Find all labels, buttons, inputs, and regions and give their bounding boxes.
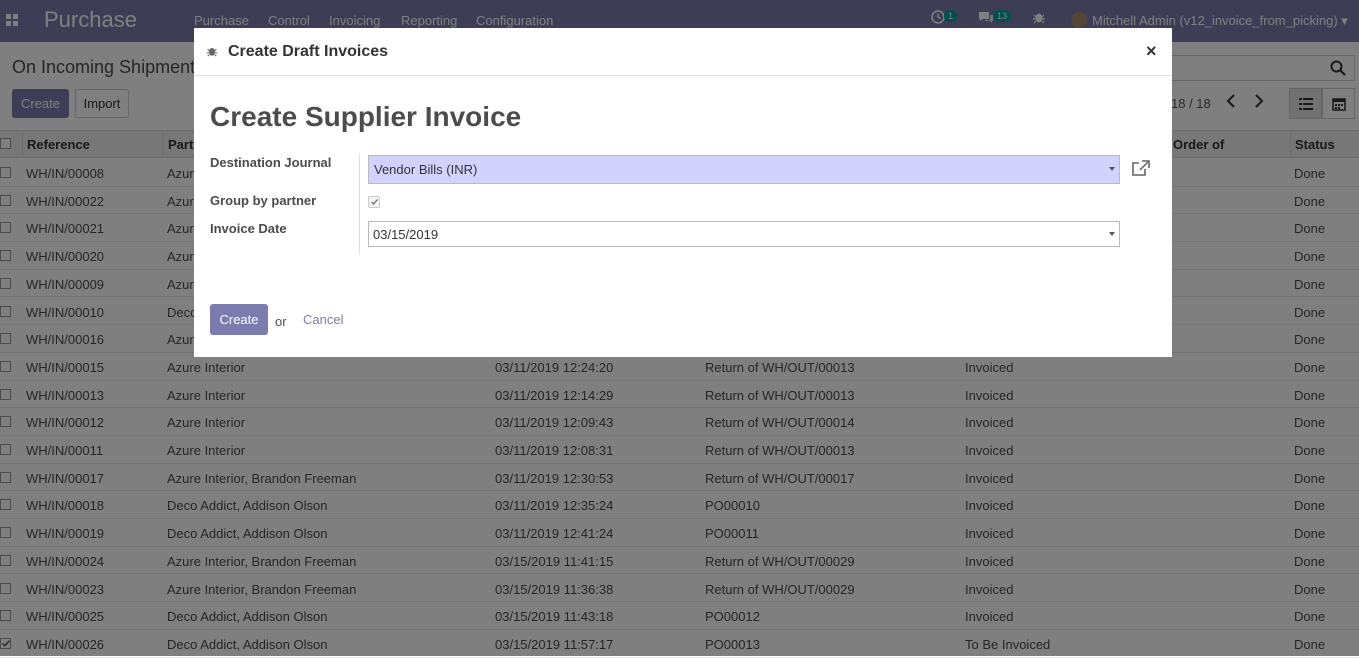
- label-divider: [359, 154, 360, 254]
- dialog-title: Create Draft Invoices: [228, 43, 389, 60]
- debug-bug-icon: [206, 45, 218, 60]
- group-by-partner-label: Group by partner: [210, 193, 317, 208]
- create-invoice-dialog: Create Draft Invoices × Create Supplier …: [194, 28, 1172, 357]
- destination-journal-select[interactable]: Vendor Bills (INR): [368, 155, 1120, 184]
- dialog-header: Create Draft Invoices ×: [194, 28, 1172, 76]
- group-by-partner-checkbox[interactable]: [368, 196, 380, 208]
- journal-label: Destination Journal: [210, 155, 332, 170]
- chevron-down-icon[interactable]: [1109, 232, 1115, 236]
- journal-value: Vendor Bills (INR): [374, 162, 478, 177]
- invoice-date-label: Invoice Date: [210, 221, 287, 236]
- check-icon: [371, 199, 378, 205]
- dialog-create-button[interactable]: Create: [210, 304, 268, 335]
- or-separator: or: [275, 314, 287, 329]
- cancel-button[interactable]: Cancel: [303, 312, 343, 327]
- invoice-date-input[interactable]: 03/15/2019: [368, 221, 1120, 247]
- chevron-down-icon[interactable]: [1109, 167, 1115, 171]
- invoice-date-value: 03/15/2019: [373, 227, 439, 242]
- form-heading: Create Supplier Invoice: [210, 101, 522, 132]
- external-link-icon[interactable]: [1131, 159, 1151, 180]
- close-icon[interactable]: ×: [1146, 41, 1157, 62]
